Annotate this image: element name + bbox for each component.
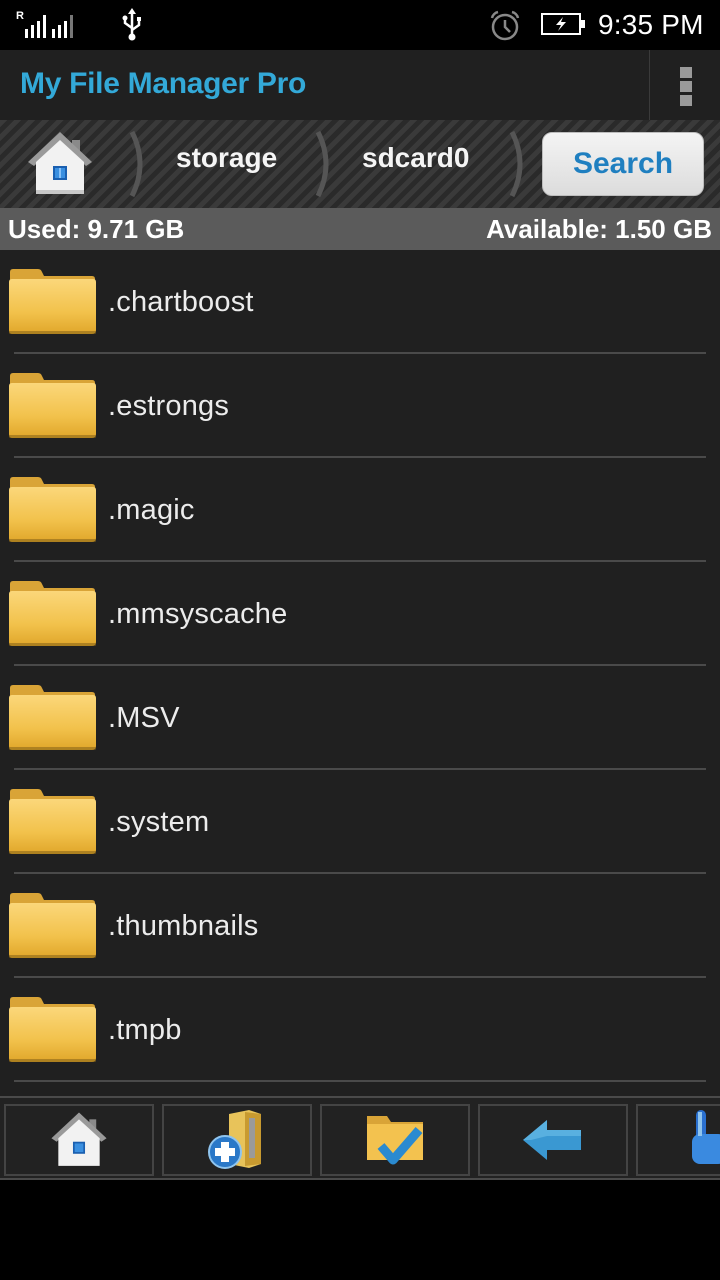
navigation-area	[0, 1180, 720, 1280]
toolbar-back-button[interactable]	[478, 1104, 628, 1176]
list-item[interactable]: .system	[0, 770, 720, 874]
breadcrumb-home-button[interactable]	[22, 128, 98, 200]
folder-icon	[9, 685, 96, 750]
list-item[interactable]: .mmsyscache	[0, 562, 720, 666]
toolbar-new-folder-button[interactable]	[162, 1104, 312, 1176]
new-folder-icon	[208, 1110, 261, 1169]
storage-info-bar: Used: 9.71 GB Available: 1.50 GB	[0, 208, 720, 250]
breadcrumb-separator	[315, 130, 329, 198]
touch-hand-icon	[692, 1110, 720, 1164]
status-bar: R 9:35 PM	[0, 0, 720, 50]
overflow-menu-icon-dot	[680, 95, 692, 106]
overflow-menu-button[interactable]	[650, 50, 720, 120]
file-name: .MSV	[108, 702, 180, 734]
battery-charging-icon	[541, 13, 585, 35]
app-title: My File Manager Pro	[20, 67, 307, 100]
folder-icon	[9, 269, 96, 334]
folder-icon	[9, 373, 96, 438]
used-space: Used: 9.71 GB	[8, 214, 185, 244]
svg-text:R: R	[16, 10, 24, 22]
signal-icon: R	[16, 10, 73, 38]
file-name: .tmpb	[108, 1014, 182, 1046]
breadcrumb-separator	[509, 130, 523, 198]
file-list[interactable]: .chartboost .estrongs .magic .mmsyscache…	[0, 250, 720, 1096]
file-name: .estrongs	[108, 390, 230, 422]
bottom-toolbar	[0, 1096, 720, 1180]
select-folder-icon	[367, 1116, 423, 1165]
list-divider	[14, 1080, 706, 1082]
overflow-menu-icon	[680, 67, 692, 78]
available-space: Available: 1.50 GB	[486, 214, 712, 244]
list-item[interactable]: .thumbnails	[0, 874, 720, 978]
action-bar: My File Manager Pro	[0, 50, 720, 120]
home-icon	[28, 132, 92, 194]
overflow-menu-icon-dot	[680, 81, 692, 92]
search-button[interactable]: Search	[542, 132, 704, 196]
usb-icon	[122, 8, 141, 41]
file-name: .system	[108, 806, 210, 838]
breadcrumb-item-storage[interactable]: storage	[176, 142, 277, 174]
file-name: .chartboost	[108, 286, 254, 318]
folder-icon	[9, 789, 96, 854]
back-arrow-icon	[523, 1120, 581, 1160]
toolbar-touch-button[interactable]	[636, 1104, 720, 1176]
list-item[interactable]: .estrongs	[0, 354, 720, 458]
toolbar-select-button[interactable]	[320, 1104, 470, 1176]
breadcrumb: storage sdcard0 Search	[0, 120, 720, 208]
file-name: .magic	[108, 494, 195, 526]
breadcrumb-item-sdcard0[interactable]: sdcard0	[362, 142, 469, 174]
folder-icon	[9, 581, 96, 646]
list-item[interactable]: .tmpb	[0, 978, 720, 1082]
breadcrumb-separator	[129, 130, 143, 198]
file-name: .thumbnails	[108, 910, 259, 942]
folder-icon	[9, 893, 96, 958]
list-item[interactable]: .magic	[0, 458, 720, 562]
home-icon	[51, 1112, 107, 1166]
toolbar-home-button[interactable]	[4, 1104, 154, 1176]
file-name: .mmsyscache	[108, 598, 288, 630]
folder-icon	[9, 997, 96, 1062]
list-item[interactable]: .MSV	[0, 666, 720, 770]
list-item[interactable]: .chartboost	[0, 250, 720, 354]
alarm-icon	[490, 10, 520, 41]
clock: 9:35 PM	[598, 9, 704, 40]
folder-icon	[9, 477, 96, 542]
